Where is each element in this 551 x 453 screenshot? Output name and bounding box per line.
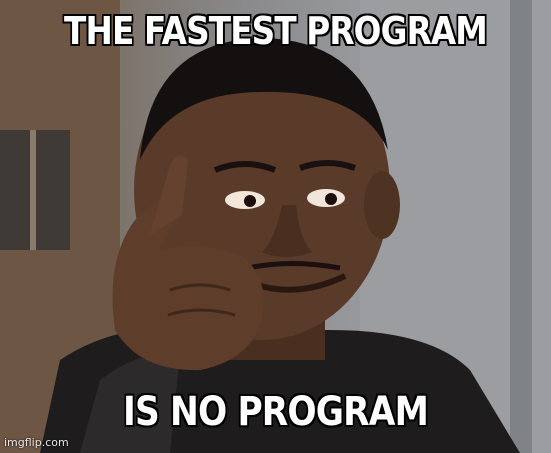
ear [364,171,400,239]
background-window-frame [30,130,36,250]
bottom-caption: IS NO PROGRAM [123,389,429,435]
right-pupil [325,193,337,205]
top-caption: THE FASTEST PROGRAM [64,9,488,53]
photo-scene [0,0,551,453]
watermark: imgflip.com [4,436,69,449]
background-pole [510,0,532,453]
left-pupil [244,195,256,207]
meme-image: THE FASTEST PROGRAM IS NO PROGRAM imgfli… [0,0,551,453]
